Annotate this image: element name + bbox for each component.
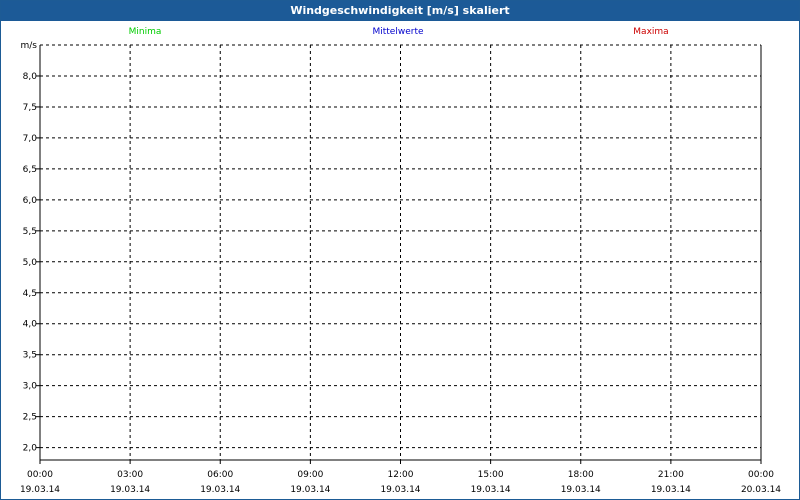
- x-tick-time-label: 03:00: [117, 470, 143, 480]
- x-tick-time-label: 15:00: [478, 470, 504, 480]
- y-tick-label: 6,0: [23, 196, 38, 206]
- y-tick-label: 6,5: [23, 165, 37, 175]
- x-tick-date-label: 19.03.14: [200, 485, 240, 495]
- y-tick-label: 2,0: [23, 444, 38, 454]
- y-tick-label: 7,0: [23, 134, 38, 144]
- x-tick-time-label: 12:00: [388, 470, 414, 480]
- y-tick-label: 3,5: [23, 351, 37, 361]
- x-tick-date-label: 19.03.14: [110, 485, 150, 495]
- y-tick-label: 5,0: [23, 258, 38, 268]
- x-tick-date-label: 19.03.14: [380, 485, 420, 495]
- y-tick-label: 3,0: [23, 382, 38, 392]
- x-tick-time-label: 09:00: [297, 470, 323, 480]
- x-tick-date-label: 19.03.14: [290, 485, 330, 495]
- y-tick-label: 5,5: [23, 227, 37, 237]
- y-tick-label: 4,5: [23, 289, 37, 299]
- x-tick-time-label: 18:00: [568, 470, 594, 480]
- y-tick-label: 2,5: [23, 413, 37, 423]
- x-tick-time-label: 21:00: [658, 470, 684, 480]
- y-tick-label: 8,0: [23, 72, 38, 82]
- legend-minima: Minima: [129, 27, 162, 37]
- x-tick-date-label: 19.03.14: [561, 485, 601, 495]
- legend-mittelwerte: Mittelwerte: [372, 27, 423, 37]
- x-tick-date-label: 19.03.14: [20, 485, 60, 495]
- legend-maxima: Maxima: [633, 27, 668, 37]
- x-tick-date-label: 19.03.14: [471, 485, 511, 495]
- x-tick-date-label: 19.03.14: [651, 485, 691, 495]
- y-tick-label: 4,0: [23, 320, 38, 330]
- x-tick-time-label: 00:00: [27, 470, 53, 480]
- x-tick-time-label: 06:00: [207, 470, 233, 480]
- chart-area: 2,0 2,5 3,0 3,5 4,0 4,5 5,0 5,5 6,0 6,5 7,0 7,5 8,0 0…: [20, 27, 781, 495]
- x-tick-date-label: 20.03.14: [741, 485, 781, 495]
- y-axis-label: m/s: [21, 41, 38, 51]
- y-tick-label: 7,5: [23, 103, 37, 113]
- x-tick-time-label: 00:00: [748, 470, 774, 480]
